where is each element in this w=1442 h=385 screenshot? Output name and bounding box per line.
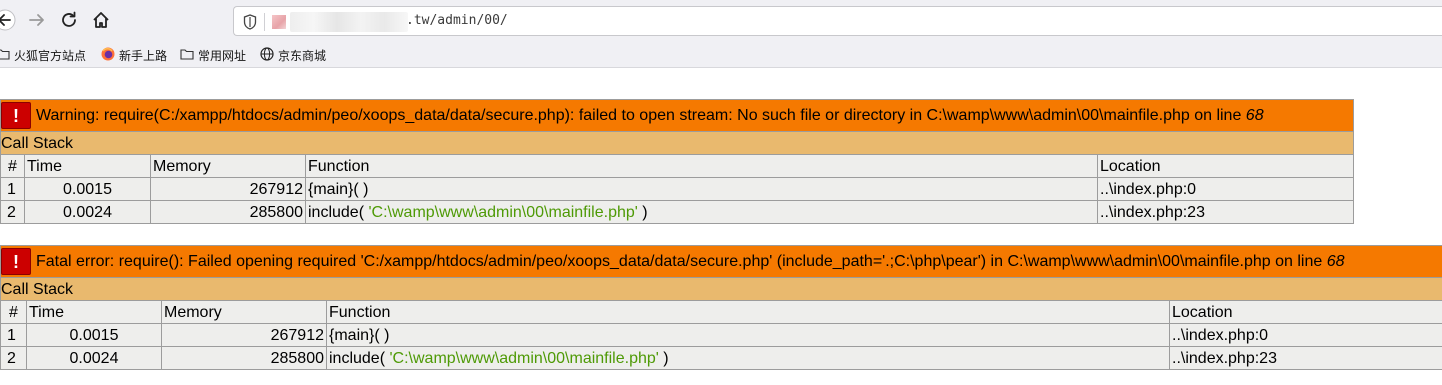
- col-location-header: Location: [1168, 300, 1442, 324]
- stack-location: ..\index.php:23: [1097, 200, 1354, 224]
- error-message-cell: ! Fatal error: require(): Failed opening…: [0, 245, 1442, 278]
- function-name: include(: [308, 203, 369, 221]
- stack-time: 0.0024: [24, 200, 151, 224]
- col-memory-header: Memory: [161, 300, 327, 324]
- stack-row: 2 0.0024 285800 include( 'C:\wamp\www\ad…: [0, 200, 1354, 224]
- function-argument: 'C:\wamp\www\admin\00\mainfile.php': [389, 349, 659, 367]
- stack-num: 2: [0, 200, 25, 224]
- forward-button[interactable]: [26, 9, 48, 31]
- call-stack-title: Call Stack: [0, 131, 1354, 155]
- reload-icon: [58, 9, 80, 31]
- home-icon: [90, 9, 112, 31]
- col-time-header: Time: [26, 300, 162, 324]
- stack-memory: 267912: [161, 323, 327, 347]
- back-button[interactable]: [0, 9, 16, 31]
- firefox-icon: [101, 47, 115, 64]
- redacted-domain: [290, 12, 408, 32]
- globe-icon: [260, 46, 274, 64]
- stack-location: ..\index.php:0: [1097, 177, 1354, 201]
- bookmark-item[interactable]: 火狐官方站点: [0, 46, 86, 64]
- error-message-text: Warning: require(C:/xampp/htdocs/admin/p…: [36, 106, 1246, 124]
- bookmark-label: 京东商城: [278, 48, 327, 63]
- stack-num: 2: [0, 346, 27, 370]
- col-num-header: #: [0, 154, 25, 178]
- bookmark-label: 常用网址: [198, 48, 247, 63]
- call-stack-title: Call Stack: [0, 277, 1442, 301]
- stack-function: {main}( ): [326, 323, 1170, 347]
- stack-row: 2 0.0024 285800 include( 'C:\wamp\www\ad…: [0, 346, 1442, 370]
- bookmark-label: 新手上路: [119, 48, 168, 63]
- error-message: Fatal error: require(): Failed opening r…: [36, 247, 1345, 277]
- error-badge-icon: !: [1, 248, 31, 275]
- stack-memory: 285800: [150, 200, 306, 224]
- bookmark-item[interactable]: 常用网址: [180, 46, 246, 64]
- column-header-row: # Time Memory Function Location: [0, 154, 1354, 178]
- col-memory-header: Memory: [150, 154, 306, 178]
- stack-row: 1 0.0015 267912 {main}( ) ..\index.php:0: [0, 177, 1354, 201]
- xdebug-warning-table: ! Warning: require(C:/xampp/htdocs/admin…: [0, 99, 1354, 224]
- stack-location: ..\index.php:0: [1168, 323, 1442, 347]
- function-name: {main}( ): [308, 180, 369, 198]
- function-argument: 'C:\wamp\www\admin\00\mainfile.php': [368, 203, 638, 221]
- url-text[interactable]: .tw/admin/00/: [406, 13, 508, 28]
- browser-toolbar: .tw/admin/00/: [0, 0, 1442, 42]
- folder-icon: [180, 48, 194, 63]
- home-button[interactable]: [90, 9, 112, 31]
- column-header-row: # Time Memory Function Location: [0, 300, 1442, 324]
- back-arrow-icon: [0, 9, 16, 31]
- bookmark-item[interactable]: 新手上路: [101, 46, 167, 64]
- stack-location: ..\index.php:23: [1168, 346, 1442, 370]
- stack-memory: 267912: [150, 177, 306, 201]
- site-favicon-icon: [272, 15, 286, 29]
- function-name: include(: [329, 349, 390, 367]
- shield-icon[interactable]: [243, 14, 257, 35]
- forward-arrow-icon: [26, 9, 48, 31]
- bookmarks-bar: 火狐官方站点 新手上路 常用网址 京东商城: [0, 42, 1442, 68]
- url-divider: [264, 13, 265, 31]
- error-line-number: 68: [1326, 252, 1345, 270]
- col-location-header: Location: [1097, 154, 1354, 178]
- stack-time: 0.0015: [26, 323, 162, 347]
- error-message-row: ! Fatal error: require(): Failed opening…: [0, 245, 1442, 278]
- stack-function: include( 'C:\wamp\www\admin\00\mainfile.…: [326, 346, 1170, 370]
- call-stack-header-row: Call Stack: [0, 131, 1354, 155]
- stack-function: {main}( ): [305, 177, 1098, 201]
- function-close: ): [658, 349, 669, 367]
- call-stack-header-row: Call Stack: [0, 277, 1442, 301]
- col-num-header: #: [0, 300, 27, 324]
- bookmark-item[interactable]: 京东商城: [260, 46, 326, 64]
- stack-num: 1: [0, 177, 25, 201]
- function-name: {main}( ): [329, 326, 390, 344]
- reload-button[interactable]: [58, 9, 80, 31]
- col-time-header: Time: [24, 154, 151, 178]
- error-badge-icon: !: [1, 102, 31, 129]
- folder-icon: [0, 48, 10, 63]
- stack-row: 1 0.0015 267912 {main}( ) ..\index.php:0: [0, 323, 1442, 347]
- stack-time: 0.0015: [24, 177, 151, 201]
- stack-num: 1: [0, 323, 27, 347]
- error-line-number: 68: [1245, 106, 1264, 124]
- error-message-cell: ! Warning: require(C:/xampp/htdocs/admin…: [0, 99, 1354, 132]
- col-function-header: Function: [326, 300, 1170, 324]
- xdebug-fatal-table: ! Fatal error: require(): Failed opening…: [0, 245, 1442, 370]
- bookmark-label: 火狐官方站点: [14, 48, 87, 63]
- error-message: Warning: require(C:/xampp/htdocs/admin/p…: [36, 101, 1264, 131]
- error-message-text: Fatal error: require(): Failed opening r…: [36, 252, 1327, 270]
- error-message-row: ! Warning: require(C:/xampp/htdocs/admin…: [0, 99, 1354, 132]
- stack-memory: 285800: [161, 346, 327, 370]
- stack-time: 0.0024: [26, 346, 162, 370]
- function-close: ): [637, 203, 648, 221]
- col-function-header: Function: [305, 154, 1098, 178]
- stack-function: include( 'C:\wamp\www\admin\00\mainfile.…: [305, 200, 1098, 224]
- url-bar[interactable]: .tw/admin/00/: [233, 6, 1442, 36]
